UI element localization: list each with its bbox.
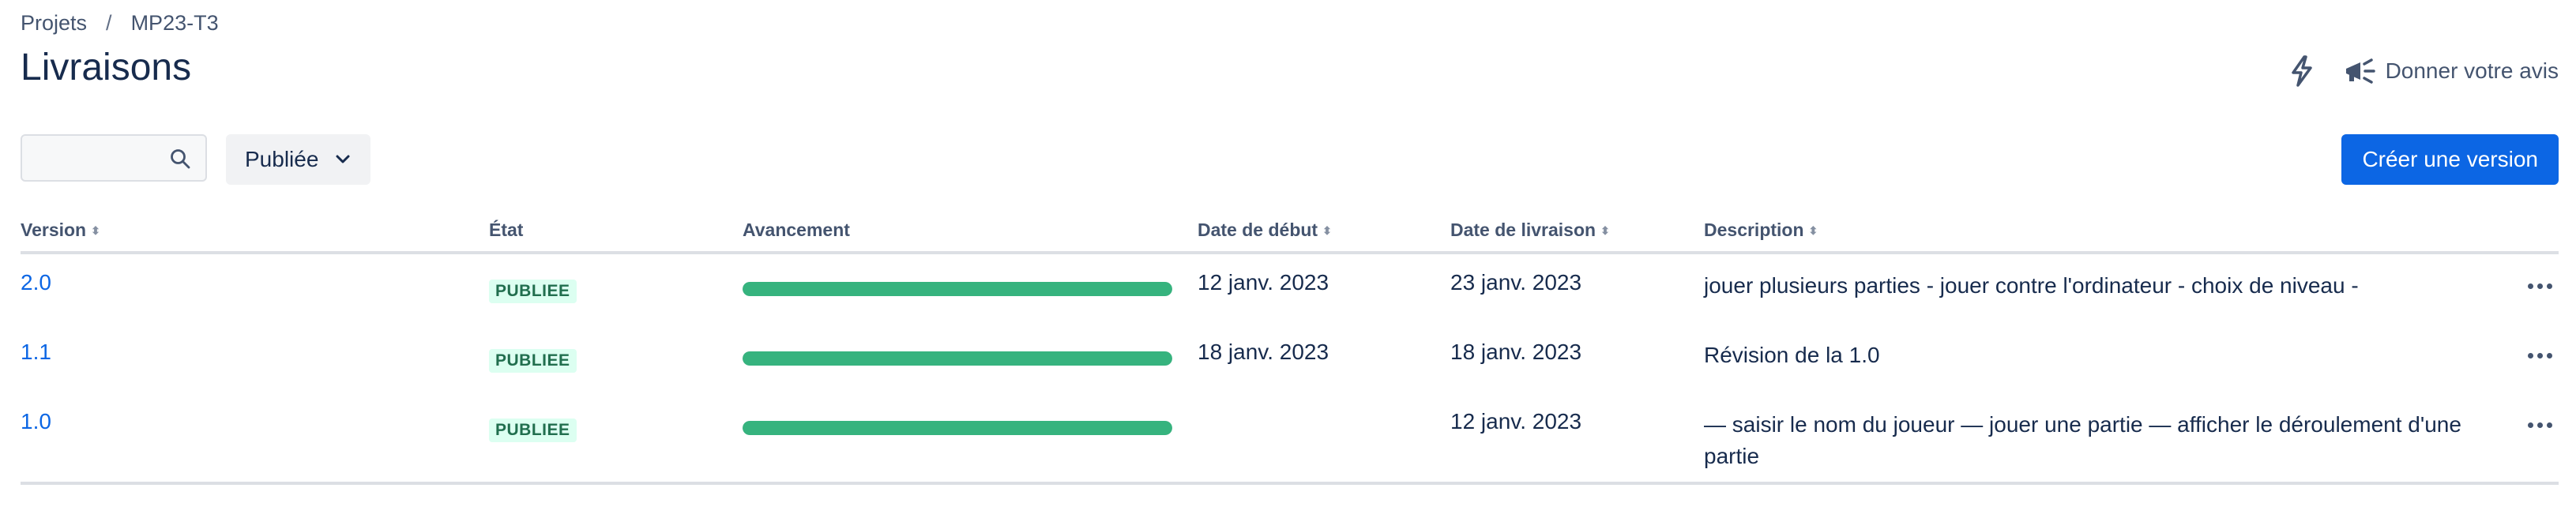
feedback-label: Donner votre avis: [2385, 58, 2559, 83]
search-icon: [171, 149, 190, 169]
sort-icon: ⬍: [91, 223, 100, 237]
table-row: 2.0 PUBLIEE 12 janv. 2023 23 janv. 2023 …: [21, 254, 2559, 324]
breadcrumb-projects[interactable]: Projets: [21, 11, 87, 36]
version-link[interactable]: 1.0: [21, 409, 51, 434]
table-row: 1.1 PUBLIEE 18 janv. 2023 18 janv. 2023 …: [21, 324, 2559, 393]
release-date: 12 janv. 2023: [1450, 409, 1582, 434]
column-label: Date de début: [1198, 220, 1318, 240]
progress-bar: [743, 421, 1172, 435]
status-filter-label: Publiée: [245, 147, 319, 171]
more-dot: [2546, 352, 2552, 358]
releases-table: Version ⬍ État Avancement Date de début ⬍ …: [21, 213, 2559, 485]
release-date: 23 janv. 2023: [1450, 270, 1582, 295]
create-version-button[interactable]: Créer une version: [2341, 134, 2559, 185]
column-header-version[interactable]: Version ⬍: [21, 220, 100, 241]
version-link[interactable]: 2.0: [21, 270, 51, 295]
automation-button[interactable]: [2280, 49, 2324, 93]
description: jouer plusieurs parties - jouer contre l…: [1704, 273, 2359, 298]
sort-icon: ⬍: [1322, 223, 1332, 237]
breadcrumb-separator: /: [106, 11, 112, 35]
bolt-icon: [2291, 55, 2312, 87]
start-date: 12 janv. 2023: [1198, 270, 1329, 295]
more-dot: [2527, 352, 2533, 358]
column-header-release-date[interactable]: Date de livraison ⬍: [1450, 220, 1610, 241]
more-actions-button[interactable]: [2521, 341, 2559, 370]
releases-page: Projets / MP23-T3 Livraisons Donner votr…: [0, 0, 2576, 518]
search-input[interactable]: [22, 136, 179, 180]
column-label: Description: [1704, 220, 1804, 240]
status-badge: PUBLIEE: [489, 419, 577, 442]
status-badge: PUBLIEE: [489, 280, 577, 303]
version-link[interactable]: 1.1: [21, 340, 51, 365]
more-dot: [2537, 352, 2543, 358]
status-badge: PUBLIEE: [489, 349, 577, 373]
column-label: État: [489, 220, 524, 240]
release-date: 18 janv. 2023: [1450, 340, 1582, 364]
header-actions: Donner votre avis: [2280, 49, 2559, 93]
column-label: Avancement: [743, 220, 850, 240]
column-header-start-date[interactable]: Date de début ⬍: [1198, 220, 1332, 241]
breadcrumb: Projets / MP23-T3: [21, 11, 219, 36]
progress-fill: [743, 351, 1172, 366]
chevron-down-icon: [336, 155, 350, 163]
column-label: Date de livraison: [1450, 220, 1596, 240]
page-title: Livraisons: [21, 47, 192, 88]
column-header-state: État: [489, 220, 523, 241]
table-header: Version ⬍ État Avancement Date de début ⬍ …: [21, 213, 2559, 254]
column-label: Version: [21, 220, 87, 240]
progress-bar: [743, 282, 1172, 296]
sort-icon: ⬍: [1808, 223, 1818, 237]
status-filter-dropdown[interactable]: Publiée: [226, 134, 371, 185]
start-date: 18 janv. 2023: [1198, 340, 1329, 364]
description: Révision de la 1.0: [1704, 343, 1880, 367]
sort-icon: ⬍: [1600, 223, 1610, 237]
more-actions-button[interactable]: [2521, 272, 2559, 300]
progress-fill: [743, 421, 1172, 435]
more-dot: [2527, 422, 2533, 428]
column-header-progress: Avancement: [743, 220, 850, 241]
more-dot: [2546, 422, 2552, 428]
more-dot: [2527, 283, 2533, 289]
more-dot: [2537, 422, 2543, 428]
table-row: 1.0 PUBLIEE 12 janv. 2023 — saisir le no…: [21, 393, 2559, 485]
progress-fill: [743, 282, 1172, 296]
description: — saisir le nom du joueur — jouer une pa…: [1704, 412, 2461, 468]
column-header-description[interactable]: Description ⬍: [1704, 220, 1818, 241]
toolbar: Publiée Créer une version: [21, 134, 2559, 185]
search-box: [21, 134, 207, 182]
more-dot: [2546, 283, 2552, 289]
progress-bar: [743, 351, 1172, 366]
megaphone-icon: [2345, 58, 2375, 84]
feedback-button[interactable]: Donner votre avis: [2343, 56, 2559, 86]
more-dot: [2537, 283, 2543, 289]
breadcrumb-project[interactable]: MP23-T3: [131, 11, 219, 36]
more-actions-button[interactable]: [2521, 411, 2559, 439]
